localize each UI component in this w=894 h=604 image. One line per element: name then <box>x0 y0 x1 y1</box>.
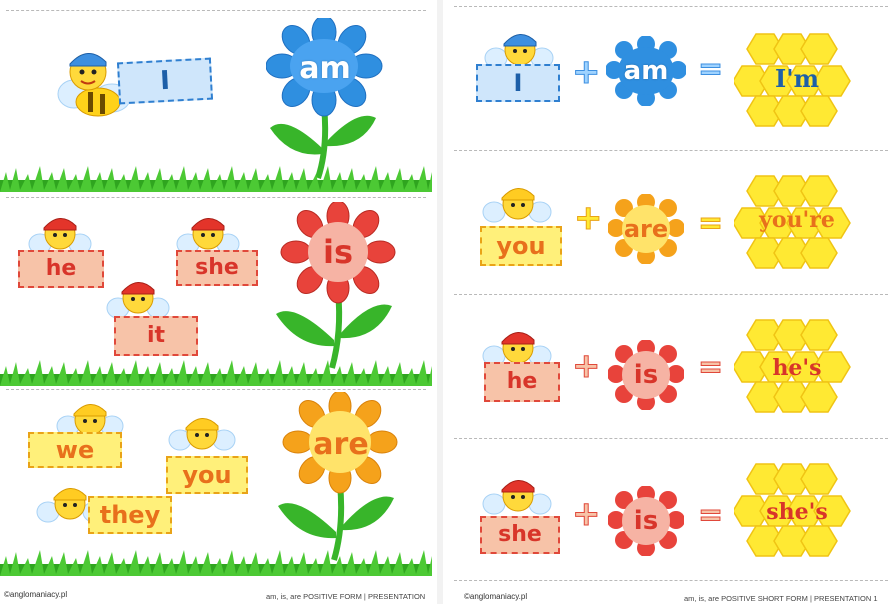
footer-title: am, is, are POSITIVE SHORT FORM | PRESEN… <box>684 594 878 603</box>
left-worksheet-page: I am he she it is we you they are ©anglo… <box>0 0 432 604</box>
grass-strip <box>0 166 432 192</box>
equals-icon: = <box>697 498 724 534</box>
dashed-separator <box>454 438 888 439</box>
row-result-hes: he's <box>772 355 822 381</box>
footer-title: am, is, are POSITIVE FORM | PRESENTATION <box>266 592 426 601</box>
pronoun-label-you: you <box>166 456 248 494</box>
row-verb-am: am <box>623 56 669 86</box>
right-worksheet-page: I + am = I'm you + are = you're he + is … <box>448 0 894 604</box>
equals-icon: = <box>697 52 724 88</box>
row-pronoun-she: she <box>480 516 560 554</box>
equals-icon: = <box>697 350 724 386</box>
pronoun-label-we: we <box>28 432 122 468</box>
flower-verb-is: is <box>322 233 353 271</box>
copyright-text: ©anglomaniacy.pl <box>464 592 528 601</box>
panel-am: I am <box>0 0 432 196</box>
panel-is: he she it is <box>0 196 432 388</box>
plus-icon: + <box>572 494 601 535</box>
row-pronoun-you: you <box>480 226 562 266</box>
pronoun-label-they: they <box>88 496 172 534</box>
grass-strip <box>0 550 432 576</box>
pronoun-label-i: I <box>116 57 214 105</box>
page-gap <box>437 0 443 604</box>
grass-strip <box>0 360 432 386</box>
dashed-separator <box>454 6 888 7</box>
row-verb-is: is <box>633 360 659 390</box>
row-pronoun-he: he <box>484 362 560 402</box>
pronoun-label-it: it <box>114 316 198 356</box>
plus-icon: + <box>572 346 601 387</box>
dashed-separator <box>454 580 888 581</box>
dashed-separator <box>454 150 888 151</box>
flower-blue-icon <box>266 18 383 179</box>
dashed-separator <box>6 197 426 198</box>
pronoun-label-she: she <box>176 250 258 286</box>
equals-icon: = <box>697 206 724 242</box>
flower-orange-icon <box>278 392 398 561</box>
flower-verb-are: are <box>313 426 369 462</box>
dashed-separator <box>6 10 426 11</box>
row-verb-is: is <box>633 506 659 536</box>
row-result-youre: you're <box>759 207 835 233</box>
flower-red-icon <box>276 202 396 369</box>
row-result-shes: she's <box>766 499 828 525</box>
row-result-im: I'm <box>775 63 819 93</box>
pronoun-label-he: he <box>18 250 104 288</box>
copyright-text: ©anglomaniacy.pl <box>4 590 68 599</box>
dashed-separator <box>454 294 888 295</box>
row-verb-are: are <box>623 215 669 243</box>
panel-are: we you they are <box>0 388 432 588</box>
plus-icon: + <box>572 52 601 93</box>
dashed-separator <box>6 389 426 390</box>
row-pronoun-i: I <box>476 64 560 102</box>
plus-icon: + <box>574 198 603 239</box>
flower-verb-am: am <box>299 50 351 86</box>
